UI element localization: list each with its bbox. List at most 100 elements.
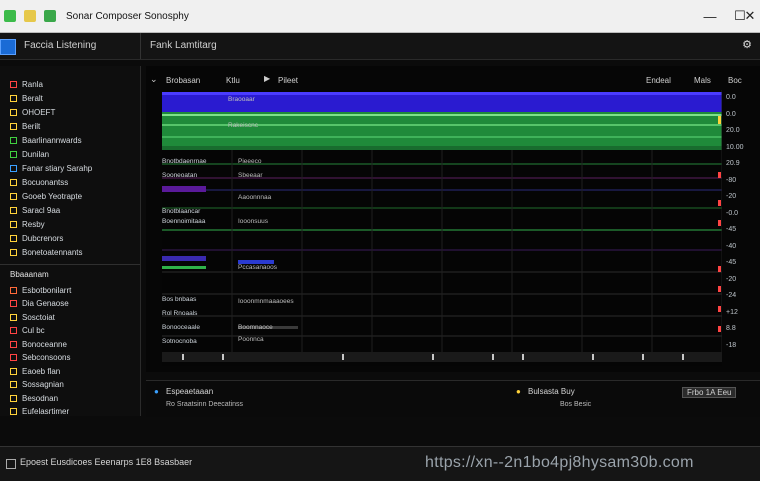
sidebar-item[interactable]: Resby [10,218,45,230]
sidebar-section-title: Bbaaanam [10,270,49,279]
status-icon [6,459,16,469]
sidebar-item[interactable]: Ranla [10,78,43,90]
level-scale-label: 20.9 [726,160,740,167]
sidebar-item[interactable]: Gooeb Yeotrapte [10,190,82,202]
play-icon[interactable]: ▶ [264,74,270,83]
sidebar-item[interactable]: Berilt [10,120,40,132]
level-scale-label: -18 [726,341,737,349]
sidebar-item-label: Fanar stiary Sarahp [22,163,93,173]
header-col-3[interactable]: Pileet [278,76,298,85]
track-row-label[interactable]: Boennoimitaaa [162,218,205,225]
track-row-label[interactable]: Bnotblaancar [162,208,200,215]
track-row-label[interactable]: Sotnocnoba [162,338,197,345]
app-icon [4,10,16,22]
watermark-url: https://xn--2n1bo4pj8hysam30b.com [425,454,694,471]
sidebar-item-icon [10,206,17,214]
sidebar-item-label: Dunilan [22,149,50,159]
level-scale-label: -20 [726,275,737,283]
track-row-label[interactable]: Bnotbdaenrnae [162,158,206,165]
green-icon[interactable] [44,10,56,22]
sidebar-item-icon [10,150,17,158]
sidebar-item-icon [10,313,17,321]
sidebar-item-label: Bonoceanne [22,339,67,349]
sidebar-section-item[interactable]: Eaoeb flan [10,365,60,377]
track-row-label[interactable]: Bos bnbaas [162,296,196,303]
level-scale-label: 8.8 [726,325,736,332]
sidebar-item-icon [10,367,17,375]
header-right-3[interactable]: Boc [728,76,742,85]
sidebar-item-label: Gooeb Yeotrapte [22,191,83,201]
folder-icon[interactable] [24,10,36,22]
sidebar-item[interactable]: Beralt [10,92,43,104]
bottom-mid-sub: Bos Besic [560,401,592,408]
sidebar-section-item[interactable]: Cul bc [10,325,45,337]
track-row-label[interactable]: Rol Rnoaals [162,310,197,317]
sidebar-item-icon [10,286,17,294]
sidebar-item-label: Sebconsoons [22,353,71,362]
bottom-mid-icon[interactable]: ● [516,387,521,396]
bottom-mid-label[interactable]: Bulsasta Buy [528,387,575,396]
header-col-1[interactable]: Brobasan [166,76,200,85]
track-inner-label: Poonnca [238,336,264,343]
track-row-label[interactable]: Sooneoatan [162,172,197,179]
sidebar-section-item[interactable]: Sossagnian [10,379,64,391]
track-row-label[interactable]: Bonooceaale [162,324,200,331]
sidebar-item-label: Resby [22,219,45,229]
sidebar-item[interactable]: OHOEFT [10,106,55,118]
sidebar-section-item[interactable]: Besodnan [10,392,58,404]
sidebar-item[interactable]: Fanar stiary Sarahp [10,162,92,174]
close-button[interactable]: ✕ [740,0,760,32]
sidebar-item-icon [10,220,17,228]
track-view: ⌄ Brobasan Ktlu ▶ Pileet Endeal Mals Boc [146,66,760,372]
sidebar-item-label: Eufelasrtimer [22,407,70,416]
sidebar-item-label: Cul bc [22,326,45,335]
sidebar-item-icon [10,122,17,130]
settings-icon[interactable]: ⚙ [742,38,752,51]
sidebar-divider [0,264,140,265]
bottom-right-button[interactable]: Frbo 1A Eeu [682,387,737,398]
sidebar-item-label: Eaoeb flan [22,366,61,376]
clip[interactable] [162,186,206,192]
status-bar: Epoest Eusdicoes Eeenarps 1E8 Bsasbaer h… [0,446,760,481]
sidebar-section-item[interactable]: Sosctoiat [10,311,55,323]
sidebar-item-icon [10,300,17,307]
sidebar: Ranla Beralt OHOEFT Berilt Baarlinannwards Du… [0,66,141,416]
header-right-1[interactable]: Endeal [646,76,671,85]
header-right-2[interactable]: Mals [694,76,711,85]
sidebar-item[interactable]: Dunilan [10,148,49,160]
level-scale-label: -24 [726,292,737,299]
bottom-left-sub: Ro Sraatsinn Deecatinss [166,401,244,408]
sidebar-section-item[interactable]: Sebconsoons [10,352,70,364]
sidebar-section-item[interactable]: Esbotbonilarrt [10,284,71,296]
level-scale-label: -20 [726,193,737,200]
sidebar-item-label: Saracl 9aa [22,205,61,215]
sidebar-item-icon [10,408,17,415]
app-logo-icon[interactable] [0,39,16,55]
sidebar-item[interactable]: Bocuonantss [10,176,68,188]
menu-right-label[interactable]: Fank Lamtitarg [150,40,217,51]
header-col-2[interactable]: Ktlu [226,76,240,85]
sidebar-item-icon [10,164,17,172]
blue-band-highlight [162,92,722,95]
sidebar-section-item[interactable]: Eufelasrtimer [10,406,69,418]
sidebar-item[interactable]: Bonetoatennants [10,246,83,258]
bottom-left-label[interactable]: Espeaetaaan [166,387,213,396]
sidebar-item[interactable]: Dubcrenors [10,232,63,244]
sidebar-item[interactable]: Baarlinannwards [10,134,82,146]
level-scale-label: 10.00 [726,143,744,151]
green-line [162,136,722,138]
clip[interactable] [162,256,206,261]
sidebar-item-icon [10,234,17,242]
sidebar-item-label: Bonetoatennants [22,247,83,257]
sidebar-section-item[interactable]: Dia Genaose [10,298,69,310]
bottom-left-icon[interactable]: ● [154,387,159,396]
sidebar-section-item[interactable]: Bonoceanne [10,338,67,350]
sidebar-item[interactable]: Saracl 9aa [10,204,60,216]
timeline-strip[interactable] [162,352,722,362]
sidebar-item-icon [10,136,17,144]
menu-bar: Faccia Listening Fank Lamtitarg ⚙ [0,33,760,60]
menu-left-label[interactable]: Faccia Listening [24,40,96,51]
chevron-down-icon[interactable]: ⌄ [150,74,158,85]
sidebar-item-icon [10,340,17,348]
clip[interactable] [162,266,206,269]
